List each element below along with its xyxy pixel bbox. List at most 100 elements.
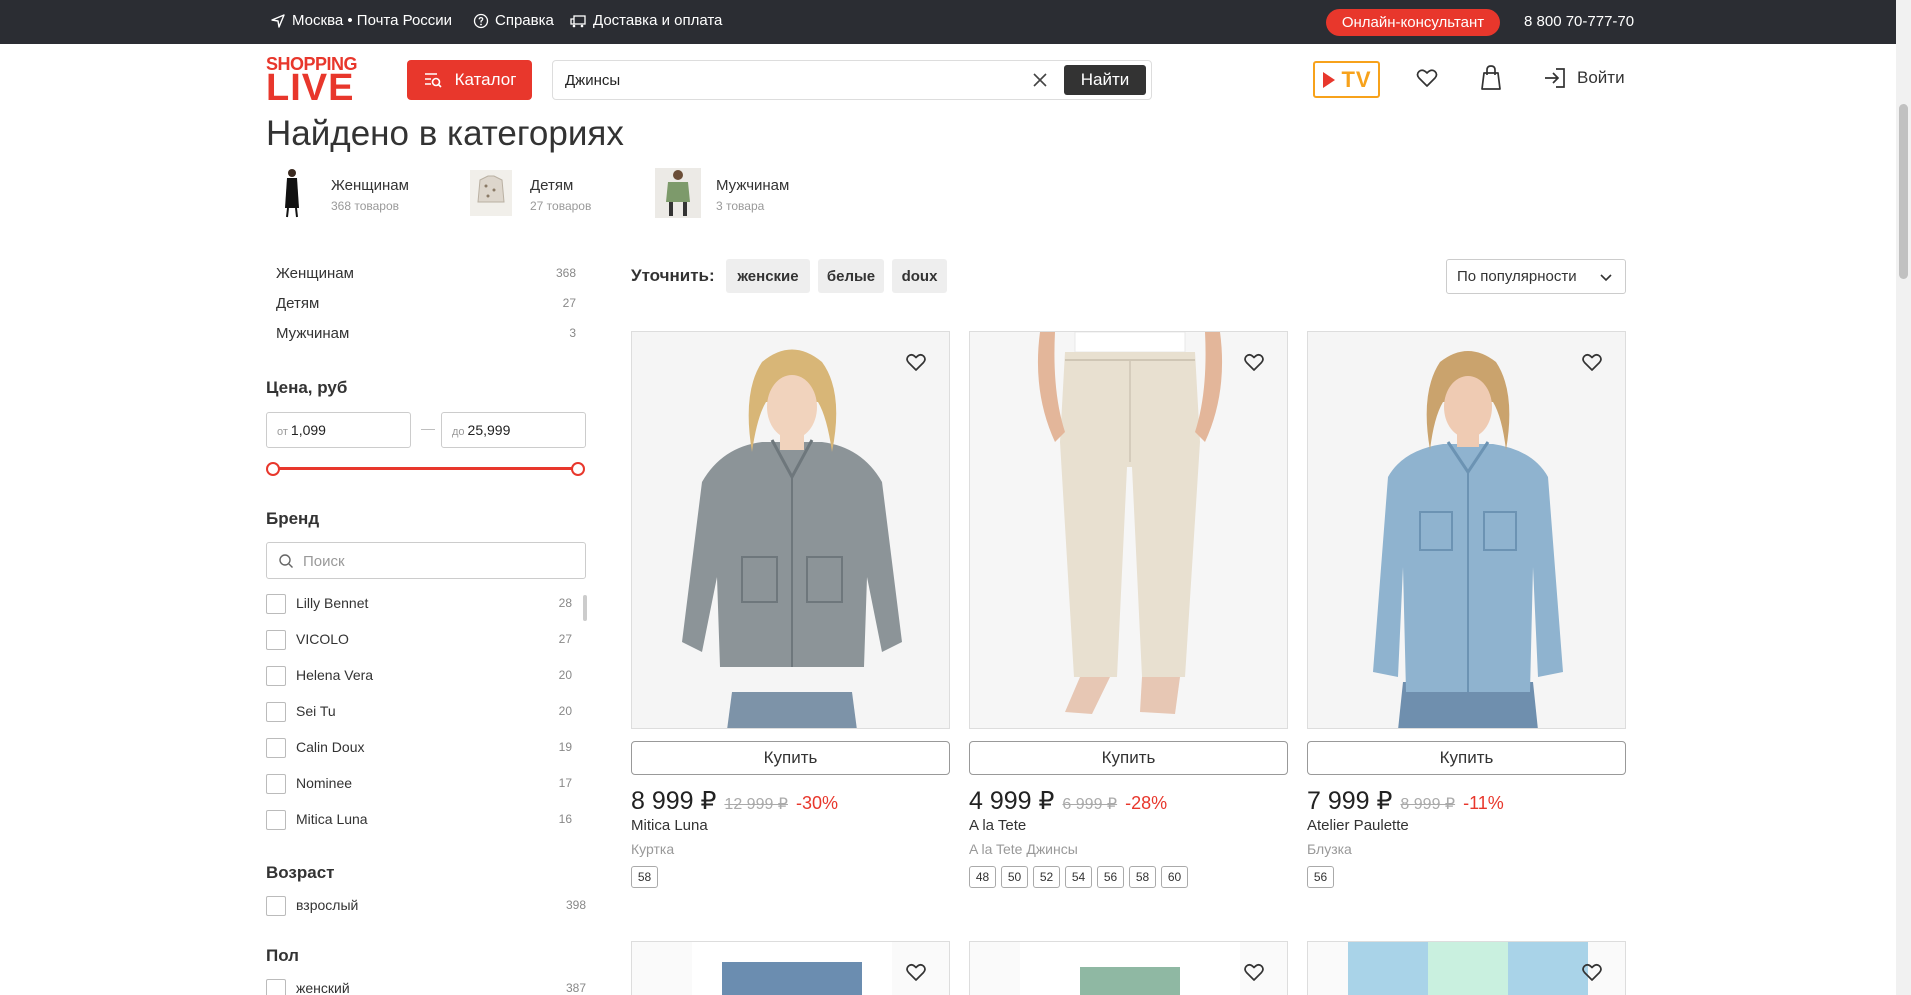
- refine-label: Уточнить:: [631, 266, 715, 285]
- navigation-arrow-icon: [271, 13, 285, 28]
- refine-chip[interactable]: doux: [892, 259, 947, 293]
- product-type: A la Tete Джинсы: [969, 841, 1078, 857]
- search-list-icon: [424, 73, 442, 88]
- product-image[interactable]: [969, 331, 1288, 729]
- heart-icon[interactable]: [1243, 962, 1265, 982]
- category-link-women[interactable]: Женщинам: [331, 177, 409, 194]
- category-thumb-kids[interactable]: [466, 166, 516, 220]
- brand-label: Helena Vera: [296, 667, 374, 683]
- heart-icon[interactable]: [1581, 352, 1603, 372]
- question-circle-icon: [473, 13, 489, 28]
- sidebar-category-women[interactable]: Женщинам: [276, 265, 354, 282]
- sidebar-category-count: 3: [569, 326, 576, 340]
- price-old: 6 999 ₽: [1062, 796, 1118, 813]
- heart-icon[interactable]: [1243, 352, 1265, 372]
- brand-count: 20: [558, 668, 572, 682]
- brand-checkbox[interactable]: [266, 702, 286, 722]
- brand-checkbox[interactable]: [266, 738, 286, 758]
- login-button[interactable]: Войти: [1543, 67, 1625, 89]
- category-thumb-women[interactable]: [266, 166, 316, 220]
- phone-number[interactable]: 8 800 70-777-70: [1524, 13, 1634, 30]
- refine-chip[interactable]: белые: [818, 259, 884, 293]
- top-bar: Москва • Почта России Справка Доставка и…: [0, 0, 1896, 44]
- heart-icon[interactable]: [1581, 962, 1603, 982]
- heart-icon[interactable]: [1415, 66, 1439, 90]
- product-brand[interactable]: Atelier Paulette: [1307, 817, 1409, 834]
- sidebar-category-men[interactable]: Мужчинам: [276, 325, 349, 342]
- tv-button[interactable]: TV: [1313, 61, 1380, 98]
- close-icon[interactable]: [1031, 71, 1049, 89]
- buy-button[interactable]: Купить: [1307, 741, 1626, 775]
- age-checkbox[interactable]: [266, 896, 286, 916]
- brand-label: VICOLO: [296, 631, 349, 647]
- price-current: 7 999 ₽: [1307, 787, 1393, 815]
- size-chip[interactable]: 50: [1001, 866, 1028, 888]
- size-chip[interactable]: 48: [969, 866, 996, 888]
- product-brand[interactable]: Mitica Luna: [631, 817, 708, 834]
- brand-label: Nominee: [296, 775, 353, 791]
- price-to-value: 25,999: [467, 422, 511, 438]
- price-old: 8 999 ₽: [1400, 796, 1456, 813]
- size-chip[interactable]: 60: [1161, 866, 1188, 888]
- price-slider-max-handle[interactable]: [571, 462, 585, 476]
- product-image[interactable]: [969, 941, 1288, 995]
- discount-badge: -11%: [1463, 793, 1504, 813]
- brand-checkbox[interactable]: [266, 630, 286, 650]
- size-chip[interactable]: 58: [631, 866, 658, 888]
- refine-chip[interactable]: женские: [726, 259, 810, 293]
- page-scrollbar[interactable]: [1896, 0, 1911, 995]
- online-consultant-button[interactable]: Онлайн-консультант: [1326, 9, 1500, 36]
- size-chip[interactable]: 54: [1065, 866, 1092, 888]
- sidebar-category-count: 368: [555, 266, 576, 280]
- brand-checkbox[interactable]: [266, 594, 286, 614]
- age-label: взрослый: [296, 897, 359, 913]
- search-input[interactable]: Джинсы: [565, 72, 620, 89]
- sidebar-category-kids[interactable]: Детям: [276, 295, 319, 312]
- search-submit-button[interactable]: Найти: [1064, 65, 1146, 95]
- category-thumb-men[interactable]: [653, 166, 703, 220]
- category-count-men: 3 товара: [716, 199, 765, 213]
- price-from-field[interactable]: от 1,099: [266, 412, 411, 448]
- chevron-down-icon: [1600, 274, 1612, 282]
- category-link-men[interactable]: Мужчинам: [716, 177, 789, 194]
- size-list: 56: [1307, 866, 1334, 888]
- size-chip[interactable]: 52: [1033, 866, 1060, 888]
- product-image[interactable]: [1307, 331, 1626, 729]
- heart-icon[interactable]: [905, 352, 927, 372]
- buy-button[interactable]: Купить: [631, 741, 950, 775]
- location-link[interactable]: Москва • Почта России: [270, 12, 452, 29]
- catalog-button[interactable]: Каталог: [407, 60, 532, 100]
- gender-checkbox[interactable]: [266, 979, 286, 995]
- tv-label: TV: [1341, 66, 1372, 92]
- age-count: 398: [565, 898, 586, 912]
- gender-count: 387: [565, 981, 586, 995]
- sort-dropdown[interactable]: По популярности: [1446, 259, 1626, 294]
- product-image[interactable]: [631, 941, 950, 995]
- heart-icon[interactable]: [905, 962, 927, 982]
- price-slider-min-handle[interactable]: [266, 462, 280, 476]
- delivery-link[interactable]: Доставка и оплата: [569, 12, 722, 29]
- buy-button[interactable]: Купить: [969, 741, 1288, 775]
- site-logo[interactable]: SHOPPING LIVE: [266, 55, 362, 107]
- size-chip[interactable]: 58: [1129, 866, 1156, 888]
- price-slider-track[interactable]: [273, 467, 578, 470]
- product-image[interactable]: [1307, 941, 1626, 995]
- product-brand[interactable]: A la Tete: [969, 817, 1026, 834]
- price-from-value: 1,099: [290, 422, 326, 438]
- brand-search-field[interactable]: Поиск: [266, 542, 586, 579]
- brand-checkbox[interactable]: [266, 774, 286, 794]
- brand-list-scrollbar[interactable]: [583, 595, 587, 621]
- price-to-field[interactable]: до 25,999: [441, 412, 586, 448]
- product-type: Блузка: [1307, 841, 1352, 857]
- size-chip[interactable]: 56: [1307, 866, 1334, 888]
- scrollbar-thumb[interactable]: [1899, 104, 1908, 279]
- category-link-kids[interactable]: Детям: [530, 177, 573, 194]
- help-link[interactable]: Справка: [473, 12, 554, 29]
- brand-checkbox[interactable]: [266, 810, 286, 830]
- bag-icon[interactable]: [1479, 64, 1503, 92]
- product-image[interactable]: [631, 331, 950, 729]
- page-title: Найдено в категориях: [266, 114, 624, 153]
- size-chip[interactable]: 56: [1097, 866, 1124, 888]
- play-icon: [1323, 71, 1336, 88]
- brand-checkbox[interactable]: [266, 666, 286, 686]
